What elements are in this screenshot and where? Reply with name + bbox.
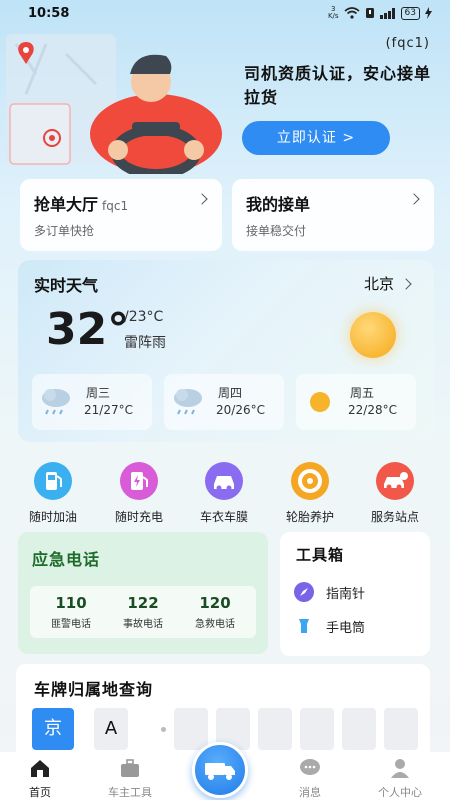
sim-icon	[365, 8, 374, 18]
forecast-day: 周五 22/28°C	[296, 374, 416, 430]
compass-icon	[294, 582, 314, 602]
my-orders-subtitle: 接单稳交付	[246, 224, 307, 238]
service-car-icon	[376, 462, 414, 500]
weather-card: 实时天气 北京 32° /23°C 雷阵雨 周三 21/27°C 周四 20/2…	[18, 260, 434, 442]
truck-icon	[205, 763, 235, 780]
order-hall-card[interactable]: 抢单大厅 fqc1 多订单快抢	[20, 179, 222, 251]
service-fuel[interactable]: 随时加油	[13, 462, 93, 525]
plate-char-input[interactable]	[384, 708, 418, 750]
flashlight-icon	[294, 616, 314, 636]
toolbox-title: 工具箱	[296, 546, 345, 564]
forecast-day: 周四 20/26°C	[164, 374, 284, 430]
home-icon	[31, 760, 49, 777]
wifi-icon	[344, 7, 360, 19]
toolbox-card: 工具箱 指南针 手电筒	[280, 532, 430, 656]
tool-flashlight[interactable]: 手电筒	[294, 616, 365, 636]
temperature-range: /23°C	[124, 309, 164, 325]
weather-condition: 雷阵雨	[124, 335, 166, 351]
plate-char-input[interactable]	[342, 708, 376, 750]
service-station[interactable]: 服务站点	[355, 462, 435, 525]
order-hall-subtitle: 多订单快抢	[34, 224, 95, 238]
hero-title: 司机资质认证，安心接单拉货	[244, 64, 432, 107]
chevron-right-icon	[408, 193, 420, 205]
cloud-rain-icon	[42, 389, 70, 415]
battery-level: 63	[400, 6, 420, 20]
car-film-icon	[205, 462, 243, 500]
user-id-label: (fqc1)	[385, 36, 430, 51]
charging-icon	[425, 7, 432, 19]
order-hall-title: 抢单大厅 fqc1	[34, 195, 129, 214]
chevron-right-icon[interactable]	[400, 278, 412, 290]
emergency-numbers: 110 匪警电话 122 事故电话 120 急救电话	[30, 586, 256, 638]
emergency-accident[interactable]: 122 事故电话	[108, 594, 178, 630]
nav-messages[interactable]: 消息	[270, 758, 350, 800]
center-truck-button[interactable]	[192, 742, 248, 798]
current-temperature: 32°	[46, 304, 130, 355]
chevron-right-icon	[196, 193, 208, 205]
tire-icon	[291, 462, 329, 500]
service-tire[interactable]: 轮胎养护	[270, 462, 350, 525]
emergency-police[interactable]: 110 匪警电话	[36, 594, 106, 630]
network-speed: 3 K/s	[327, 5, 339, 20]
my-orders-title: 我的接单	[246, 195, 311, 214]
status-bar: 10:58 3 K/s 63	[0, 0, 450, 28]
emergency-card: 应急电话 110 匪警电话 122 事故电话 120 急救电话	[18, 532, 268, 654]
hero-banner: (fqc1) 司机资质认证，安心接单拉货 立即认证 >	[0, 28, 450, 178]
emergency-ambulance[interactable]: 120 急救电话	[180, 594, 250, 630]
cloud-rain-icon	[174, 389, 202, 415]
charge-icon	[120, 462, 158, 500]
user-icon	[391, 759, 409, 778]
sun-icon	[350, 312, 396, 358]
plate-province-select[interactable]: 京	[32, 708, 74, 750]
nav-profile[interactable]: 个人中心	[360, 758, 440, 800]
plate-char-input[interactable]	[174, 708, 208, 750]
driver-illustration	[6, 34, 222, 174]
nav-home[interactable]: 首页	[0, 758, 80, 800]
fuel-icon	[34, 462, 72, 500]
service-car-film[interactable]: 车衣车膜	[184, 462, 264, 525]
toolbox-icon	[121, 759, 139, 777]
status-time: 10:58	[28, 6, 70, 21]
tool-compass[interactable]: 指南针	[294, 582, 365, 602]
plate-char-input[interactable]	[300, 708, 334, 750]
plate-separator-dot	[161, 727, 166, 732]
nav-owner-tools[interactable]: 车主工具	[90, 758, 170, 800]
my-orders-card[interactable]: 我的接单 接单稳交付	[232, 179, 434, 251]
message-icon	[300, 759, 320, 775]
forecast-day: 周三 21/27°C	[32, 374, 152, 430]
weather-title: 实时天气	[34, 276, 99, 295]
status-icons: 3 K/s 63	[328, 6, 432, 20]
order-hall-tag: fqc1	[102, 199, 129, 213]
certify-now-button[interactable]: 立即认证 >	[242, 121, 390, 155]
signal-icon	[379, 7, 396, 19]
service-charge[interactable]: 随时充电	[99, 462, 179, 525]
plate-lookup-title: 车牌归属地查询	[34, 680, 154, 699]
plate-char-input[interactable]	[258, 708, 292, 750]
plate-letter-input[interactable]: A	[94, 708, 128, 750]
sun-icon	[310, 392, 330, 412]
city-selector[interactable]: 北京	[364, 273, 394, 294]
emergency-title: 应急电话	[32, 550, 101, 569]
